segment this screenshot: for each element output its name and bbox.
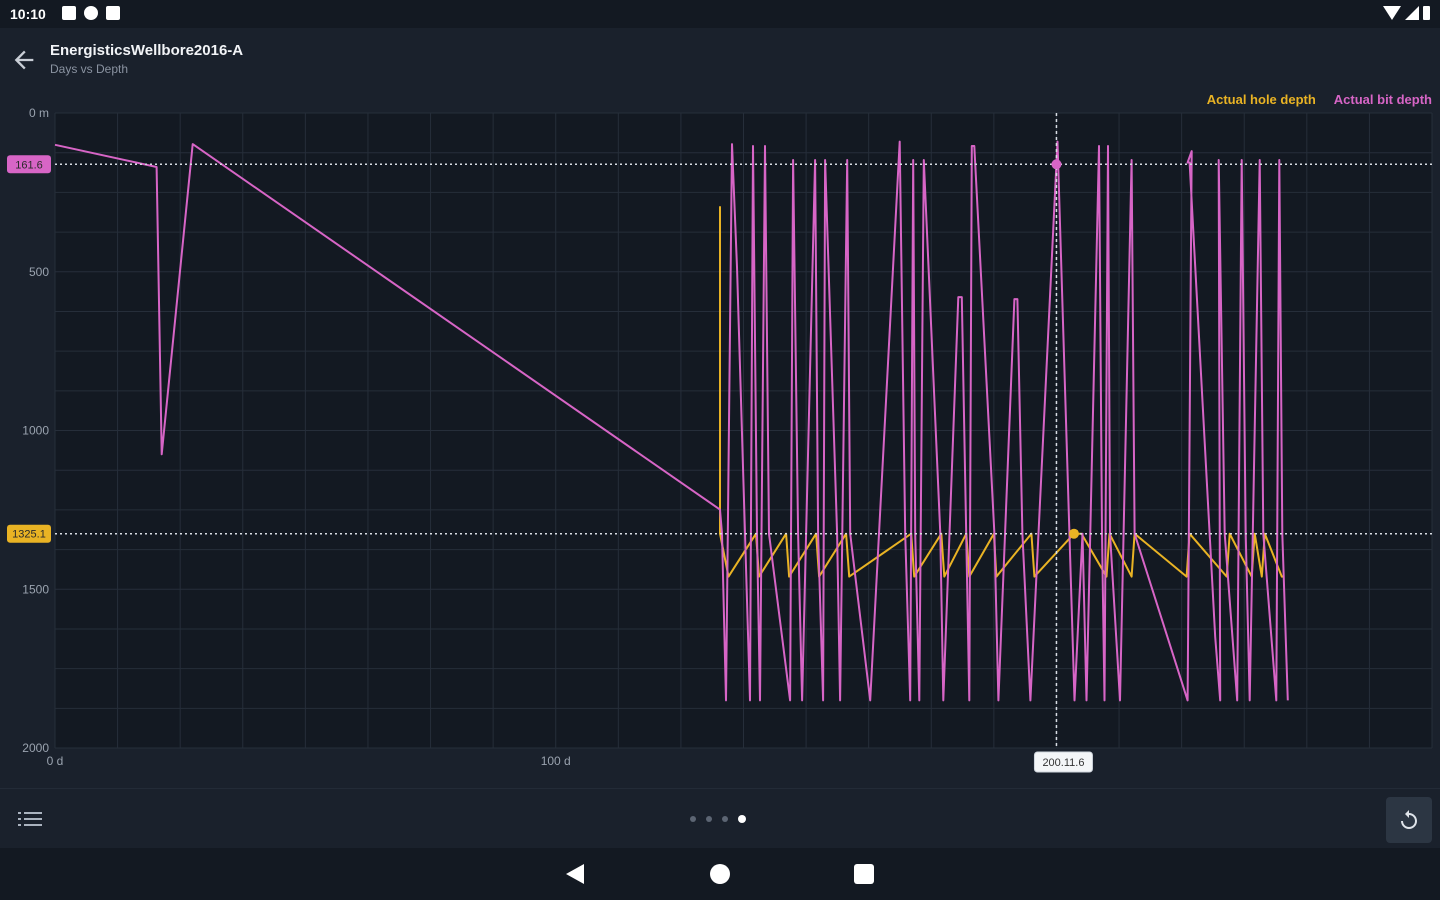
- page-dot[interactable]: [706, 816, 712, 822]
- y-tick-label: 1500: [22, 582, 49, 596]
- system-icons: [1383, 6, 1430, 20]
- depth-chart[interactable]: 0 m 500 1000 1500 20000 d 100 d 161.6 1325.1 200…: [0, 88, 1440, 788]
- x-tick-label: 100 d: [541, 754, 571, 768]
- page-dot[interactable]: [722, 816, 728, 822]
- bottom-bar: [0, 788, 1440, 849]
- y-tick-label: 0 m: [29, 106, 49, 120]
- notification-icon: [62, 6, 76, 20]
- arrow-left-icon: [14, 50, 34, 70]
- nav-back-icon[interactable]: [566, 864, 584, 884]
- nav-home-icon[interactable]: [710, 864, 730, 884]
- crosshair-bit-marker: [1051, 159, 1062, 170]
- refresh-icon: [1401, 810, 1417, 829]
- signal-icon: [1405, 6, 1419, 20]
- reset-zoom-button[interactable]: [1386, 797, 1432, 843]
- y-tick-label: 2000: [22, 741, 49, 755]
- battery-icon: [1423, 6, 1430, 20]
- page-indicator: [690, 815, 746, 823]
- list-button[interactable]: [16, 807, 44, 831]
- back-button[interactable]: [10, 46, 38, 74]
- wifi-icon: [1383, 6, 1401, 20]
- sd-card-icon: [106, 6, 120, 20]
- page-title: EnergisticsWellbore2016-A: [50, 42, 244, 59]
- x-tick-label: 0 d: [47, 754, 64, 768]
- app-bar: EnergisticsWellbore2016-A Days vs Depth: [0, 28, 1440, 88]
- bit-value-badge: 161.6: [15, 159, 43, 171]
- app-notification-icon: [84, 6, 98, 20]
- crosshair-hole-marker: [1068, 528, 1079, 539]
- status-time: 10:10: [10, 6, 46, 22]
- page-subtitle: Days vs Depth: [50, 62, 129, 76]
- page-dot[interactable]: [690, 816, 696, 822]
- system-nav-bar: [0, 848, 1440, 900]
- y-tick-label: 1000: [22, 424, 49, 438]
- status-bar: 10:10: [0, 0, 1440, 28]
- page-dot-active[interactable]: [738, 815, 746, 823]
- list-icon: [18, 812, 42, 826]
- notification-icons: [62, 6, 120, 20]
- nav-recents-icon[interactable]: [854, 864, 874, 884]
- hole-value-badge: 1325.1: [12, 529, 46, 541]
- x-value-badge: 200.11.6: [1042, 757, 1084, 769]
- y-tick-label: 500: [29, 265, 49, 279]
